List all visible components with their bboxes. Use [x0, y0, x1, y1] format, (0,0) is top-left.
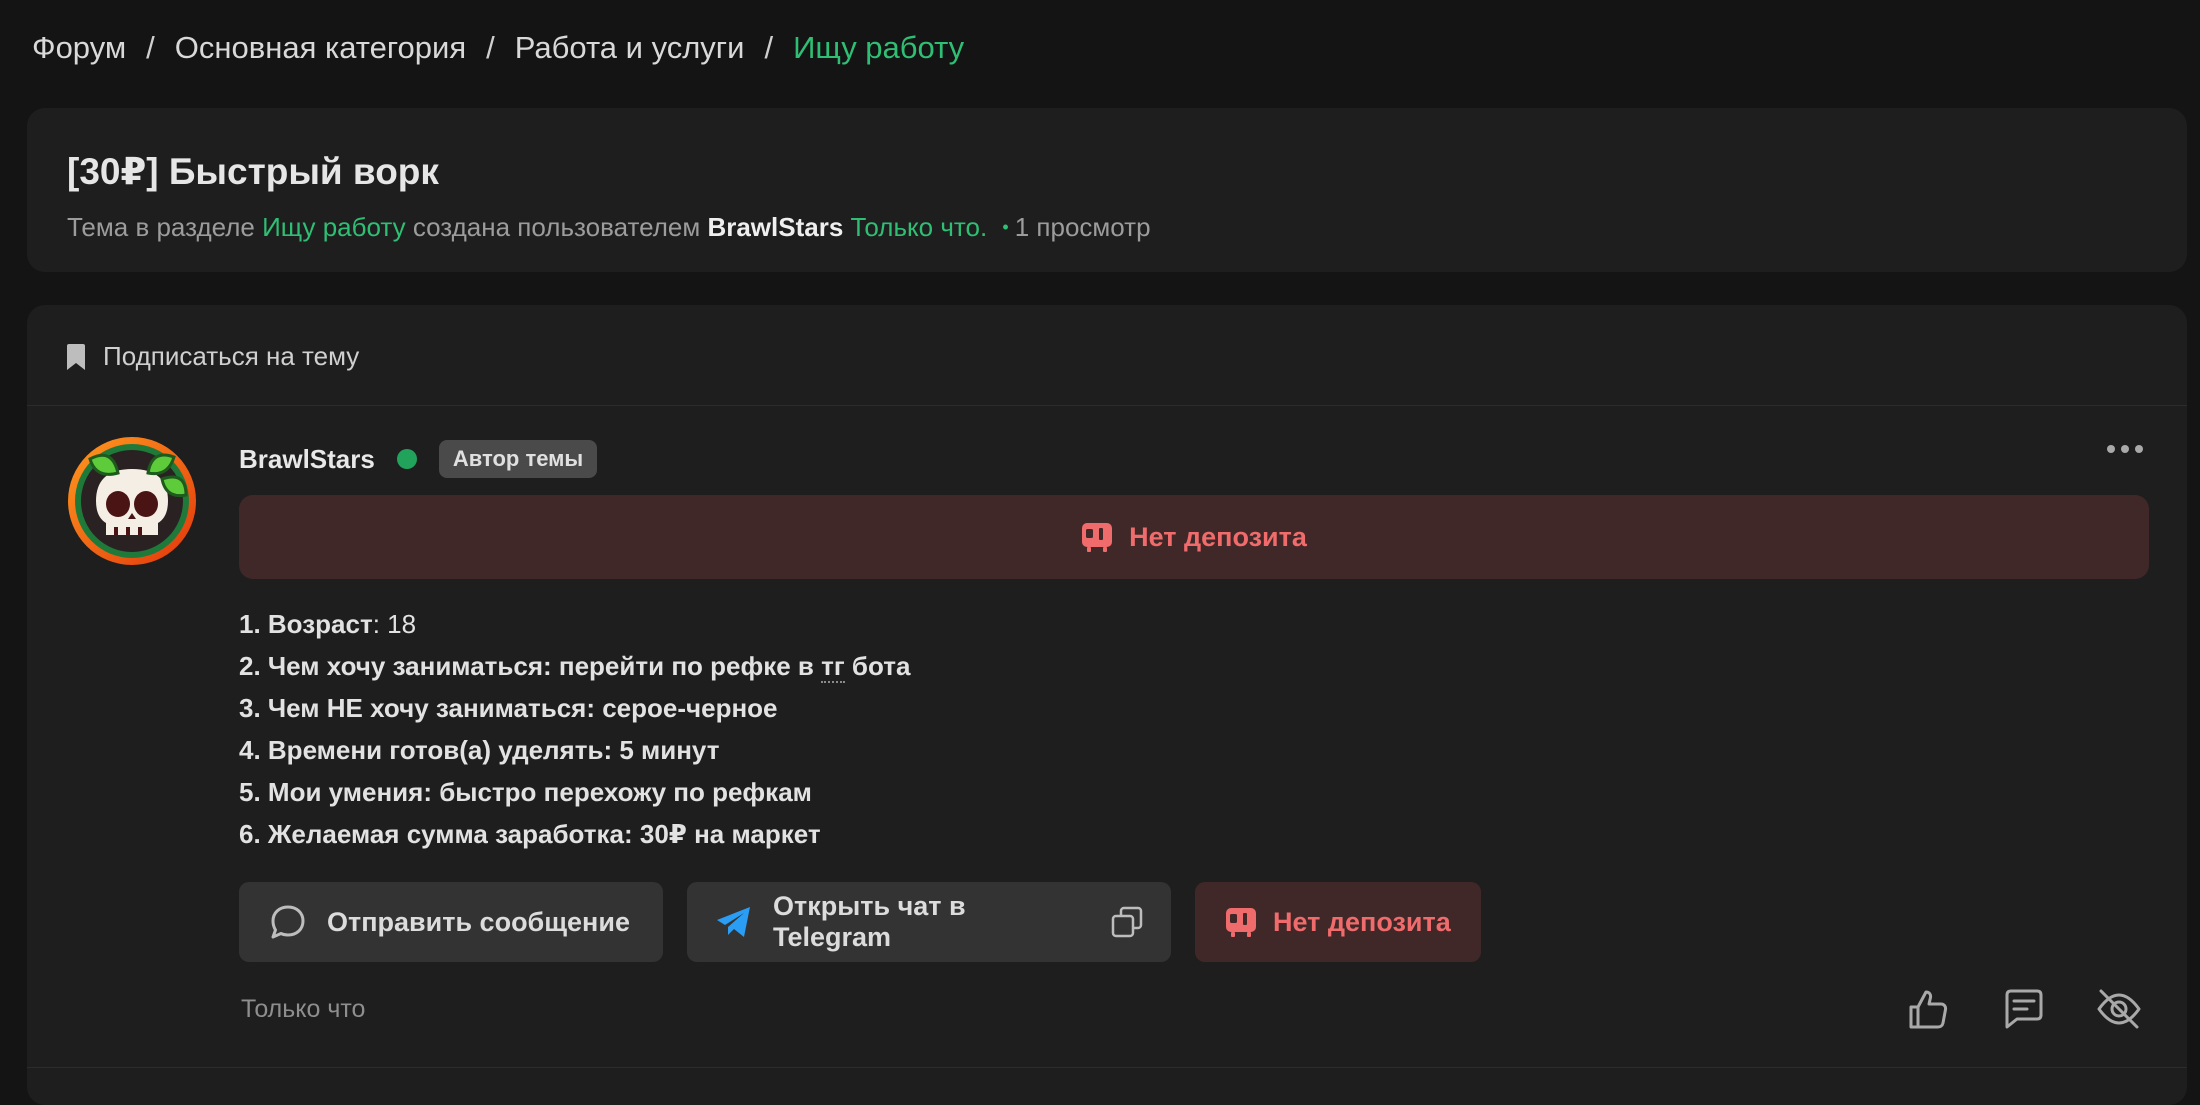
- post-line: 2. Чем хочу заниматься: перейти по рефке…: [239, 651, 911, 683]
- more-dot: [2121, 445, 2129, 453]
- copy-icon[interactable]: [1111, 906, 1143, 938]
- send-message-label: Отправить сообщение: [327, 906, 630, 937]
- breadcrumb-forum[interactable]: Форум: [32, 30, 126, 66]
- thread-header: [30₽] Быстрый ворк Тема в разделе Ищу ра…: [27, 108, 2187, 272]
- post-username[interactable]: BrawlStars: [239, 444, 375, 475]
- skull-avatar-icon: [68, 437, 196, 565]
- breadcrumb-separator: /: [146, 30, 155, 65]
- divider: [27, 1067, 2187, 1068]
- post-body: 1. Возраст: 18 2. Чем хочу заниматься: п…: [239, 603, 910, 855]
- meta-prefix: Тема в разделе: [67, 212, 255, 242]
- telegram-icon: [716, 907, 750, 937]
- bookmark-icon: [67, 343, 85, 370]
- post-line: 1. Возраст: 18: [239, 609, 417, 639]
- no-deposit-banner: Нет депозита: [239, 495, 2149, 579]
- like-icon[interactable]: [1907, 987, 1951, 1031]
- post-line: 5. Мои умения: быстро перехожу по рефкам: [239, 777, 812, 807]
- deposit-safe-icon: [1226, 908, 1256, 937]
- meta-created-time: Только что.: [850, 212, 988, 242]
- post-actions: Отправить сообщение Открыть чат в Telegr…: [239, 882, 1481, 962]
- no-deposit-label: Нет депозита: [1129, 521, 1307, 552]
- meta-section-link[interactable]: Ищу работу: [262, 212, 406, 242]
- no-deposit-button[interactable]: Нет депозита: [1195, 882, 1481, 962]
- thread-meta: Тема в разделе Ищу работу создана пользо…: [67, 212, 1151, 243]
- more-options-button[interactable]: [2107, 445, 2143, 453]
- hide-eye-icon[interactable]: [2095, 987, 2143, 1031]
- breadcrumb-work-services[interactable]: Работа и услуги: [515, 30, 745, 66]
- no-deposit-button-label: Нет депозита: [1273, 906, 1451, 937]
- post-reactions: [1907, 987, 2143, 1031]
- post-card: Подписаться на тему BrawlStars Автор тем…: [27, 305, 2187, 1105]
- send-message-button[interactable]: Отправить сообщение: [239, 882, 663, 962]
- post-header: BrawlStars Автор темы: [239, 440, 598, 478]
- meta-dot: •: [1002, 217, 1009, 237]
- subscribe-label: Подписаться на тему: [103, 341, 360, 371]
- more-dot: [2107, 445, 2115, 453]
- meta-author-link[interactable]: BrawlStars: [707, 212, 843, 242]
- breadcrumb-main-category[interactable]: Основная категория: [175, 30, 466, 66]
- subscribe-button[interactable]: Подписаться на тему: [67, 341, 359, 372]
- breadcrumb-separator: /: [764, 30, 774, 65]
- divider: [27, 405, 2187, 406]
- chat-bubble-icon: [271, 905, 305, 939]
- post-line: 3. Чем НЕ хочу заниматься: серое-черное: [239, 693, 778, 723]
- breadcrumb: Форум / Основная категория / Работа и ус…: [32, 30, 964, 66]
- open-telegram-button[interactable]: Открыть чат в Telegram: [687, 882, 1171, 962]
- avatar[interactable]: [66, 435, 198, 567]
- tg-abbreviation: тг: [821, 651, 845, 683]
- more-dot: [2135, 445, 2143, 453]
- deposit-safe-icon: [1082, 523, 1113, 552]
- reply-icon[interactable]: [2001, 987, 2045, 1031]
- meta-created-by: создана пользователем: [412, 212, 701, 242]
- meta-views: 1 просмотр: [1014, 212, 1151, 242]
- post-line: 4. Времени готов(а) уделять: 5 минут: [239, 735, 720, 765]
- thread-title: [30₽] Быстрый ворк: [67, 151, 439, 192]
- breadcrumb-separator: /: [486, 30, 495, 65]
- online-status-dot: [396, 449, 417, 469]
- breadcrumb-current[interactable]: Ищу работу: [793, 30, 964, 66]
- open-telegram-label: Открыть чат в Telegram: [772, 891, 966, 952]
- author-badge: Автор темы: [438, 440, 598, 478]
- post-time[interactable]: Только что: [241, 995, 365, 1024]
- post-line: 6. Желаемая сумма заработка: 30₽ на марк…: [239, 819, 821, 849]
